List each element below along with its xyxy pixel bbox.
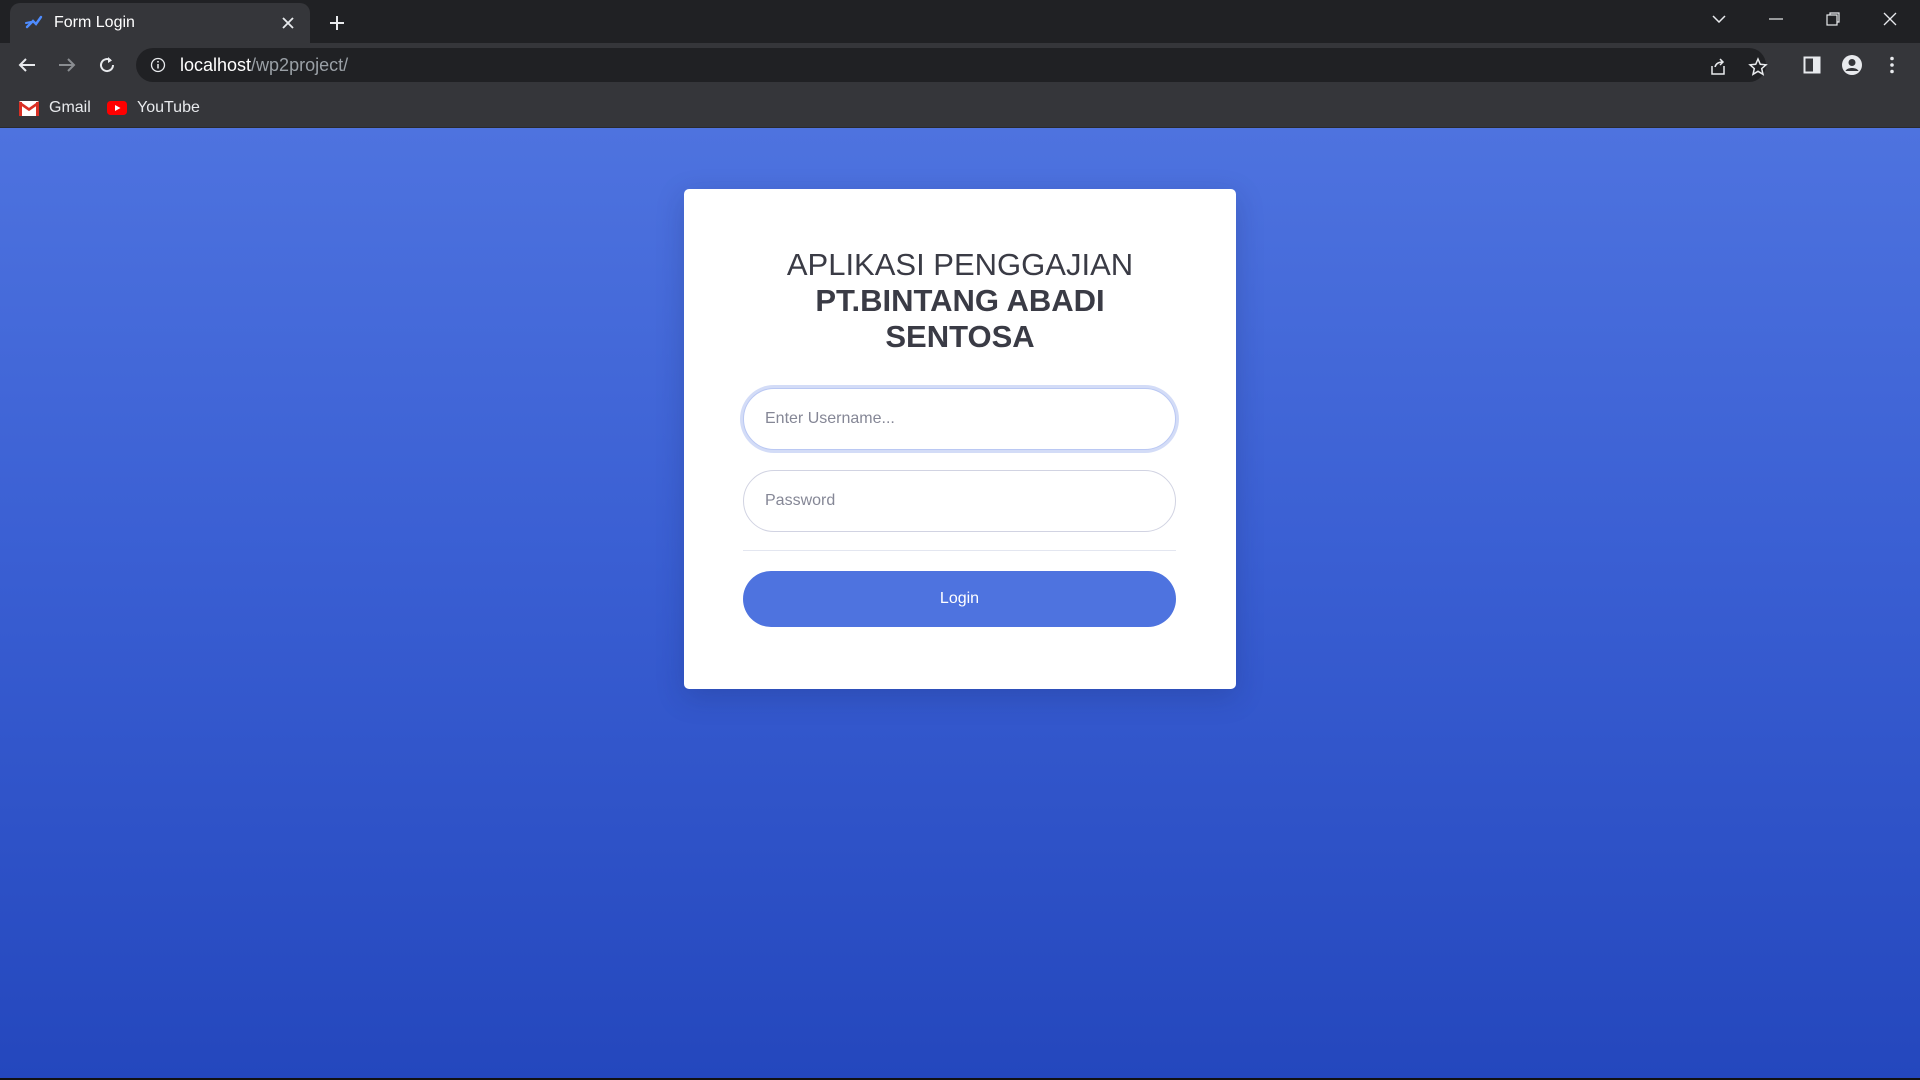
new-tab-button[interactable] bbox=[324, 10, 350, 36]
bookmark-star-icon[interactable] bbox=[1747, 56, 1769, 78]
tab-title: Form Login bbox=[54, 14, 135, 31]
address-bar[interactable]: localhost/wp2project/ bbox=[136, 48, 1769, 82]
gmail-icon bbox=[19, 100, 39, 116]
more-menu-icon[interactable] bbox=[1876, 49, 1908, 81]
reload-icon[interactable] bbox=[91, 49, 123, 81]
login-card: APLIKASI PENGGAJIAN PT.BINTANG ABADI SEN… bbox=[684, 189, 1236, 689]
tab-search-chevron-icon[interactable] bbox=[1702, 6, 1736, 32]
username-input[interactable] bbox=[743, 388, 1176, 450]
browser-tab[interactable]: Form Login bbox=[10, 3, 310, 43]
site-info-icon[interactable] bbox=[150, 56, 168, 74]
form-divider bbox=[743, 550, 1176, 551]
site-favicon-icon bbox=[24, 13, 44, 33]
restore-icon[interactable] bbox=[1816, 6, 1850, 32]
bookmark-label: Gmail bbox=[49, 99, 91, 116]
youtube-icon bbox=[107, 100, 127, 116]
share-icon[interactable] bbox=[1707, 56, 1729, 78]
company-name: PT.BINTANG ABADI SENTOSA bbox=[815, 283, 1105, 354]
login-button[interactable]: Login bbox=[743, 571, 1176, 627]
side-panel-icon[interactable] bbox=[1796, 49, 1828, 81]
profile-avatar-icon[interactable] bbox=[1836, 49, 1868, 81]
page-background: APLIKASI PENGGAJIAN PT.BINTANG ABADI SEN… bbox=[0, 128, 1920, 1078]
bookmarks-bar: Gmail YouTube bbox=[0, 87, 1920, 128]
minimize-icon[interactable] bbox=[1759, 6, 1793, 32]
browser-toolbar: localhost/wp2project/ bbox=[0, 43, 1920, 87]
url-path: /wp2project/ bbox=[251, 54, 349, 75]
bookmark-label: YouTube bbox=[137, 99, 200, 116]
close-window-icon[interactable] bbox=[1873, 6, 1907, 32]
url-text: localhost/wp2project/ bbox=[180, 55, 348, 76]
bookmark-gmail[interactable]: Gmail bbox=[19, 95, 91, 121]
back-arrow-icon[interactable] bbox=[11, 49, 43, 81]
url-host: localhost bbox=[180, 54, 252, 75]
close-tab-icon[interactable] bbox=[278, 13, 298, 33]
browser-titlebar: Form Login bbox=[0, 0, 1920, 43]
app-title: APLIKASI PENGGAJIAN bbox=[786, 247, 1134, 282]
login-heading: APLIKASI PENGGAJIAN PT.BINTANG ABADI SEN… bbox=[684, 247, 1236, 355]
forward-arrow-icon[interactable] bbox=[51, 49, 83, 81]
bookmark-youtube[interactable]: YouTube bbox=[107, 95, 200, 121]
password-input[interactable] bbox=[743, 470, 1176, 532]
